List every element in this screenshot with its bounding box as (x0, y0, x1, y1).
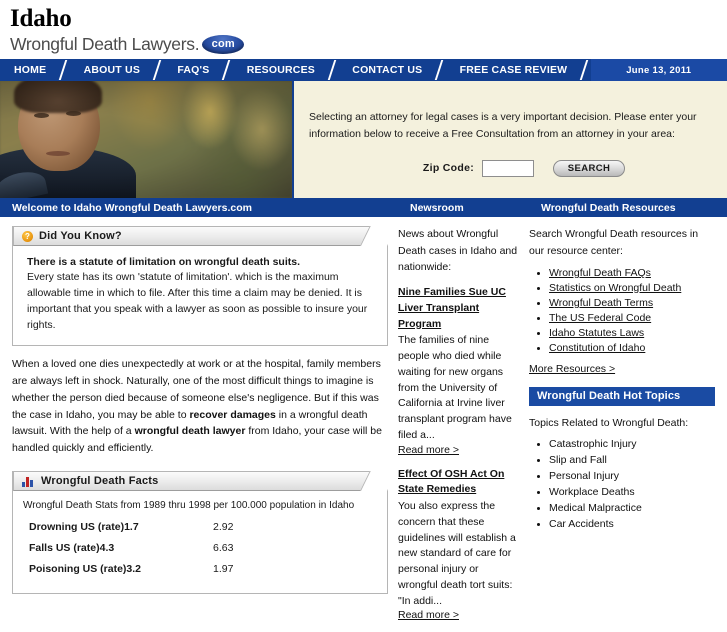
hero-vignette (0, 81, 292, 199)
news-summary: You also express the concern that these … (398, 500, 516, 607)
zip-code-label: Zip Code: (422, 162, 474, 175)
resources-link-list: Wrongful Death FAQs Statistics on Wrongf… (529, 267, 715, 354)
table-row: Falls US (rate)4.3 6.63 (23, 539, 373, 560)
hero-section: Selecting an attorney for legal cases is… (0, 81, 727, 199)
list-item: The US Federal Code (549, 312, 715, 324)
resource-link-constitution[interactable]: Constitution of Idaho (549, 342, 645, 354)
hero-photo-elderly-man (0, 81, 292, 199)
newsroom-intro: News about Wrongful Death cases in Idaho… (398, 228, 518, 273)
nav-separator-icon (60, 59, 69, 81)
list-item[interactable]: Medical Malpractice (549, 502, 715, 514)
news-headline-link[interactable]: Effect Of OSH Act On State Remedies (398, 468, 504, 496)
list-item: Constitution of Idaho (549, 342, 715, 354)
content-columns: ? Did You Know? There is a statute of li… (0, 217, 727, 632)
did-you-know-header: ? Did You Know? (13, 226, 387, 247)
resource-link-idaho-statutes[interactable]: Idaho Statutes Laws (549, 327, 644, 339)
current-date: June 13, 2011 (590, 59, 727, 82)
com-badge-icon: com (202, 35, 245, 55)
list-item[interactable]: Slip and Fall (549, 454, 715, 466)
nav-item-home[interactable]: HOME (0, 59, 60, 81)
section-title-welcome: Welcome to Idaho Wrongful Death Lawyers.… (12, 201, 252, 214)
nav-item-about-us[interactable]: ABOUT US (70, 59, 154, 81)
nav-separator-icon (223, 59, 232, 81)
news-read-more-link[interactable]: Read more > (398, 609, 459, 621)
site-state-name: Idaho (10, 5, 72, 32)
wrongful-death-facts-box: Wrongful Death Facts Wrongful Death Stat… (12, 471, 388, 595)
list-item: Wrongful Death Terms (549, 297, 715, 309)
nav-separator-icon (581, 59, 590, 81)
list-item: Idaho Statutes Laws (549, 327, 715, 339)
table-row: Poisoning US (rate)3.2 1.97 (23, 560, 373, 581)
did-you-know-body: Every state has its own 'statute of limi… (27, 271, 368, 331)
section-title-newsroom: Newsroom (410, 201, 464, 214)
list-item[interactable]: Catastrophic Injury (549, 438, 715, 450)
nav-item-resources[interactable]: RESOURCES (233, 59, 329, 81)
news-read-more-link[interactable]: Read more > (398, 444, 459, 456)
main-navigation: HOME ABOUT US FAQ'S RESOURCES CONTACT US… (0, 59, 727, 82)
more-resources-link[interactable]: More Resources > (529, 363, 615, 375)
facts-header: Wrongful Death Facts (13, 471, 387, 492)
section-title-resources: Wrongful Death Resources (541, 201, 676, 214)
facts-caption: Wrongful Death Stats from 1989 thru 1998… (23, 500, 355, 512)
news-item: Effect Of OSH Act On State Remedies You … (398, 467, 519, 622)
consultation-panel: Selecting an attorney for legal cases is… (292, 81, 727, 199)
nav-separator-icon (436, 59, 445, 81)
news-headline-link[interactable]: Nine Families Sue UC Liver Transplant Pr… (398, 286, 506, 330)
bar-chart-icon (22, 476, 35, 487)
main-intro-paragraph: When a loved one dies unexpectedly at wo… (12, 356, 388, 457)
facts-row-value: 1.97 (213, 563, 234, 576)
nav-item-faqs[interactable]: FAQ'S (163, 59, 223, 81)
nav-item-free-case-review[interactable]: FREE CASE REVIEW (446, 59, 582, 81)
facts-table: Drowning US (rate)1.7 2.92 Falls US (rat… (23, 518, 373, 581)
resource-link-terms[interactable]: Wrongful Death Terms (549, 297, 653, 309)
nav-separator-icon (154, 59, 163, 81)
question-mark-icon: ? (22, 230, 33, 242)
facts-row-value: 6.63 (213, 542, 234, 555)
list-item: Wrongful Death FAQs (549, 267, 715, 279)
zip-code-input[interactable] (482, 159, 534, 177)
resource-link-us-federal-code[interactable]: The US Federal Code (549, 312, 651, 324)
hot-topics-intro: Topics Related to Wrongful Death: (529, 416, 689, 429)
facts-row-label: Falls US (rate)4.3 (29, 542, 115, 555)
newsroom-column: News about Wrongful Death cases in Idaho… (398, 226, 529, 632)
search-button[interactable]: SEARCH (553, 159, 625, 177)
resources-column: Search Wrongful Death resources in our r… (529, 226, 727, 534)
section-header-bar: Welcome to Idaho Wrongful Death Lawyers.… (0, 198, 727, 218)
did-you-know-title: Did You Know? (39, 230, 122, 243)
site-tagline: Wrongful Death Lawyers. (10, 34, 200, 55)
consultation-intro-text: Selecting an attorney for legal cases is… (309, 111, 697, 140)
main-para-bold-wrongful-death-lawyer: wrongful death lawyer (134, 425, 246, 438)
list-item: Statistics on Wrongful Death (549, 282, 715, 294)
list-item[interactable]: Personal Injury (549, 470, 715, 482)
news-item: Nine Families Sue UC Liver Transplant Pr… (398, 285, 519, 456)
nav-item-contact-us[interactable]: CONTACT US (338, 59, 436, 81)
facts-row-label: Poisoning US (rate)3.2 (29, 563, 142, 576)
did-you-know-lead: There is a statute of limitation on wron… (27, 256, 301, 269)
list-item[interactable]: Workplace Deaths (549, 486, 715, 498)
table-row: Drowning US (rate)1.7 2.92 (23, 518, 373, 539)
masthead: Idaho Wrongful Death Lawyers. com (0, 0, 727, 60)
resources-intro: Search Wrongful Death resources in our r… (529, 228, 699, 257)
main-content-column: ? Did You Know? There is a statute of li… (0, 226, 398, 604)
hot-topics-header: Wrongful Death Hot Topics (529, 386, 715, 406)
news-summary: The families of nine people who died whi… (398, 334, 512, 441)
nav-separator-icon (329, 59, 338, 81)
main-para-bold-recover-damages: recover damages (189, 408, 276, 421)
zip-search-form: Zip Code: SEARCH (309, 159, 705, 177)
facts-row-value: 2.92 (213, 521, 234, 534)
list-item[interactable]: Car Accidents (549, 518, 715, 530)
did-you-know-box: ? Did You Know? There is a statute of li… (12, 226, 388, 347)
site-logo[interactable]: Wrongful Death Lawyers. com (10, 34, 727, 55)
facts-row-label: Drowning US (rate)1.7 (29, 521, 139, 534)
resource-link-statistics[interactable]: Statistics on Wrongful Death (549, 282, 681, 294)
facts-title: Wrongful Death Facts (41, 475, 159, 488)
hot-topics-list: Catastrophic Injury Slip and Fall Person… (529, 438, 715, 530)
resource-link-wrongful-death-faqs[interactable]: Wrongful Death FAQs (549, 267, 651, 279)
